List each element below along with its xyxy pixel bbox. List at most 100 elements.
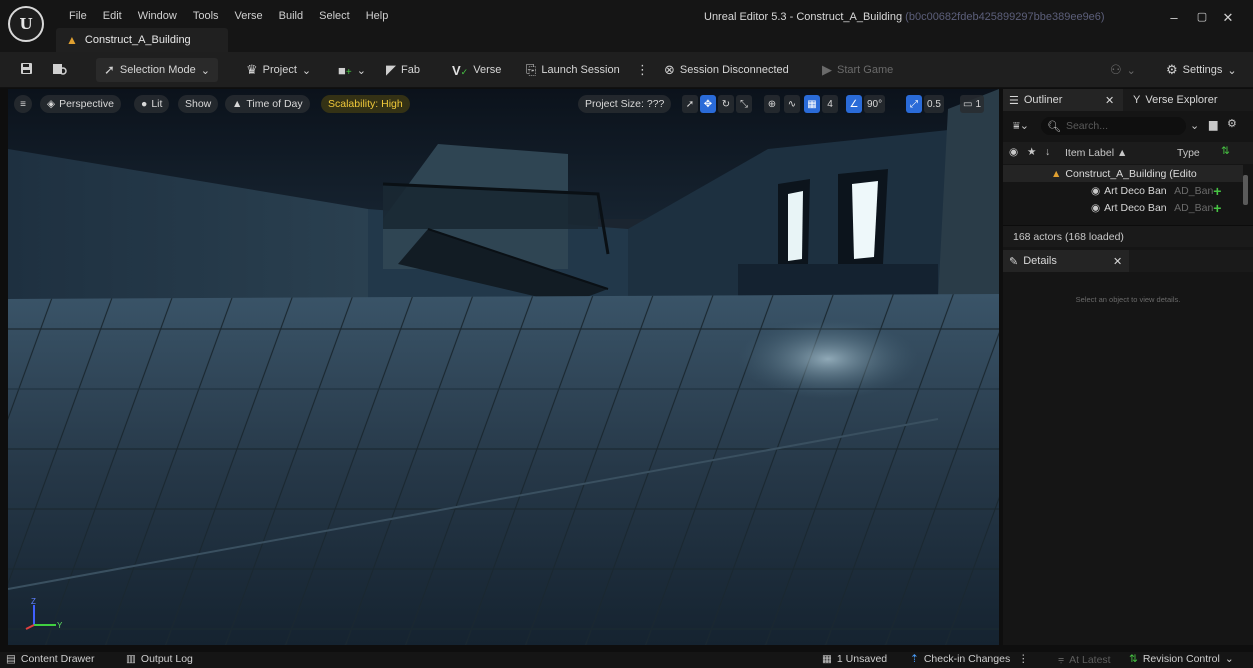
- column-type[interactable]: Type: [1177, 147, 1200, 159]
- visibility-eye-icon[interactable]: ◉: [1009, 146, 1018, 158]
- list-item[interactable]: ▲ Construct_A_Building (Edito: [1003, 165, 1243, 182]
- menu-verse[interactable]: Verse: [227, 9, 271, 23]
- outliner-scrollbar[interactable]: [1243, 175, 1248, 205]
- menu-help[interactable]: Help: [358, 9, 397, 23]
- menu-select[interactable]: Select: [311, 9, 358, 23]
- chevron-down-icon: ⌄: [1126, 64, 1136, 77]
- time-of-day-dropdown[interactable]: ▲ Time of Day: [225, 95, 310, 113]
- window-title-text: Unreal Editor 5.3 - Construct_A_Building: [704, 11, 903, 23]
- list-item[interactable]: ◉ Art Deco Ban AD_Ban +: [1003, 199, 1243, 216]
- window-title-hash: (b0c00682fdeb425899297bbe389ee9e6): [905, 11, 1105, 23]
- viewport-toolbar: ≡ ◈ Perspective ● Lit Show ▲ Time of Day…: [8, 89, 999, 119]
- menu-window[interactable]: Window: [130, 9, 185, 23]
- viewport-menu-button[interactable]: ≡: [14, 95, 32, 113]
- translate-tool-button[interactable]: ✥: [700, 95, 716, 113]
- content-drawer-button[interactable]: ▤ Content Drawer: [6, 653, 94, 665]
- maximize-icon[interactable]: ▢: [1192, 10, 1212, 23]
- minimize-icon[interactable]: –: [1164, 10, 1184, 25]
- scale-tool-button[interactable]: ⤡: [736, 95, 752, 113]
- actor-icon: ◉: [1091, 201, 1101, 214]
- menu-build[interactable]: Build: [271, 9, 311, 23]
- tab-outliner[interactable]: ☰ Outliner ✕: [1003, 89, 1123, 111]
- rotation-snap-value[interactable]: 90°: [864, 95, 886, 113]
- grid-snap-toggle[interactable]: ▦: [804, 95, 820, 113]
- surface-snap-toggle[interactable]: ∿: [784, 95, 800, 113]
- perspective-dropdown[interactable]: ◈ Perspective: [40, 95, 121, 113]
- collaborators-dropdown[interactable]: ⚇ ⌄: [1110, 52, 1136, 88]
- scalability-button[interactable]: Scalability: High: [321, 95, 410, 113]
- globe-icon: ⊕: [767, 98, 777, 110]
- view-mode-dropdown[interactable]: ● Lit: [134, 95, 170, 113]
- launch-session-label: Launch Session: [541, 64, 620, 76]
- show-dropdown[interactable]: Show: [178, 95, 219, 113]
- close-icon[interactable]: ✕: [1113, 255, 1122, 268]
- at-latest-indicator[interactable]: ⩦ At Latest: [1058, 653, 1111, 666]
- level-viewport[interactable]: ≡ ◈ Perspective ● Lit Show ▲ Time of Day…: [8, 89, 999, 645]
- level-icon: ▲: [1051, 167, 1062, 180]
- rotate-tool-button[interactable]: ↻: [718, 95, 734, 113]
- outliner-search[interactable]: 🔍︎: [1041, 117, 1186, 135]
- selection-mode-dropdown[interactable]: ➚ Selection Mode ⌄: [96, 58, 218, 82]
- axis-label-z: Z: [31, 597, 36, 606]
- launch-options-button[interactable]: ⋮: [636, 52, 649, 88]
- menu-edit[interactable]: Edit: [95, 9, 130, 23]
- save-icon: [20, 62, 33, 78]
- menu-tools[interactable]: Tools: [185, 9, 227, 23]
- output-log-button[interactable]: ▥ Output Log: [126, 653, 193, 665]
- project-label: Project: [262, 64, 297, 76]
- rotation-snap-toggle[interactable]: ∠: [846, 95, 862, 113]
- add-content-dropdown[interactable]: ■+ ⌄: [338, 52, 366, 88]
- verse-button[interactable]: V✓ Verse: [452, 52, 501, 88]
- surface-snap-icon: ∿: [787, 98, 797, 110]
- list-item[interactable]: ◉ Art Deco Ban AD_Ban +: [1003, 182, 1243, 199]
- unsaved-button[interactable]: ▦ 1 Unsaved: [822, 653, 887, 665]
- tab-verse-explorer[interactable]: Y Verse Explorer: [1129, 89, 1218, 111]
- rotation-snap-value-label: 90°: [867, 98, 883, 110]
- scale-snap-value[interactable]: 0.5: [924, 95, 944, 113]
- revision-icon[interactable]: ⇅: [1221, 145, 1230, 157]
- project-size-indicator[interactable]: Project Size: ???: [578, 95, 672, 113]
- launch-session-button[interactable]: ⎘ Launch Session: [526, 52, 620, 88]
- document-tab[interactable]: ▲ Construct_A_Building: [56, 28, 228, 52]
- camera-speed-button[interactable]: ▭ 1: [960, 95, 985, 113]
- session-status-label: Session Disconnected: [679, 64, 789, 76]
- scale-snap-toggle[interactable]: ⤢: [906, 95, 922, 113]
- right-panel: ☰ Outliner ✕ Y Verse Explorer ⩸⌄ 🔍︎ ⌄ ▆ …: [1003, 89, 1253, 645]
- tab-outliner-label: Outliner: [1023, 94, 1063, 106]
- save-button[interactable]: [20, 52, 33, 88]
- grid-snap-value[interactable]: 4: [822, 95, 838, 113]
- close-icon[interactable]: ✕: [1105, 94, 1114, 107]
- unreal-logo-icon[interactable]: U: [8, 6, 44, 42]
- fab-button[interactable]: ◤ Fab: [386, 52, 420, 88]
- close-icon[interactable]: ✕: [1218, 10, 1238, 26]
- gear-icon[interactable]: ⚙: [1227, 117, 1237, 130]
- session-status[interactable]: ⊗ Session Disconnected: [664, 52, 789, 88]
- pin-icon[interactable]: ↓: [1045, 146, 1050, 158]
- content-drawer-icon: ▤: [6, 653, 16, 665]
- world-local-toggle[interactable]: ⊕: [764, 95, 780, 113]
- search-input[interactable]: [1065, 120, 1176, 132]
- status-bar: ▤ Content Drawer ▥ Output Log ▦ 1 Unsave…: [0, 652, 1253, 668]
- viewport-scene[interactable]: [8, 89, 999, 645]
- settings-dropdown[interactable]: ⚙ Settings ⌄: [1166, 52, 1237, 88]
- users-icon: ⚇: [1110, 62, 1122, 77]
- chevron-down-icon[interactable]: ⌄: [1190, 119, 1199, 132]
- hamburger-icon: ≡: [20, 98, 26, 110]
- row-label: Art Deco Ban: [1104, 184, 1167, 197]
- filter-icon[interactable]: ⩸⌄: [1013, 119, 1029, 133]
- project-dropdown[interactable]: ♛ Project ⌄: [246, 52, 311, 88]
- launch-session-icon: ⎘: [526, 62, 537, 77]
- select-tool-button[interactable]: ➚: [682, 95, 698, 113]
- tab-details[interactable]: ✎ Details ✕: [1003, 250, 1129, 272]
- column-item-label[interactable]: Item Label ▲: [1065, 147, 1127, 159]
- browse-button[interactable]: [52, 52, 67, 88]
- menu-file[interactable]: File: [61, 9, 95, 23]
- title-bar: U File Edit Window Tools Verse Build Sel…: [0, 0, 1253, 52]
- more-vertical-icon[interactable]: ⋮: [1015, 653, 1029, 665]
- star-icon[interactable]: ★: [1027, 146, 1036, 158]
- revision-control-dropdown[interactable]: ⇅ Revision Control ⌄: [1129, 653, 1234, 665]
- add-folder-icon[interactable]: ▆: [1209, 118, 1217, 131]
- check-in-button[interactable]: ⇡ Check-in Changes ⋮: [910, 653, 1029, 665]
- start-game-button[interactable]: ▶ Start Game: [822, 52, 893, 88]
- axis-label-y: Y: [57, 621, 63, 630]
